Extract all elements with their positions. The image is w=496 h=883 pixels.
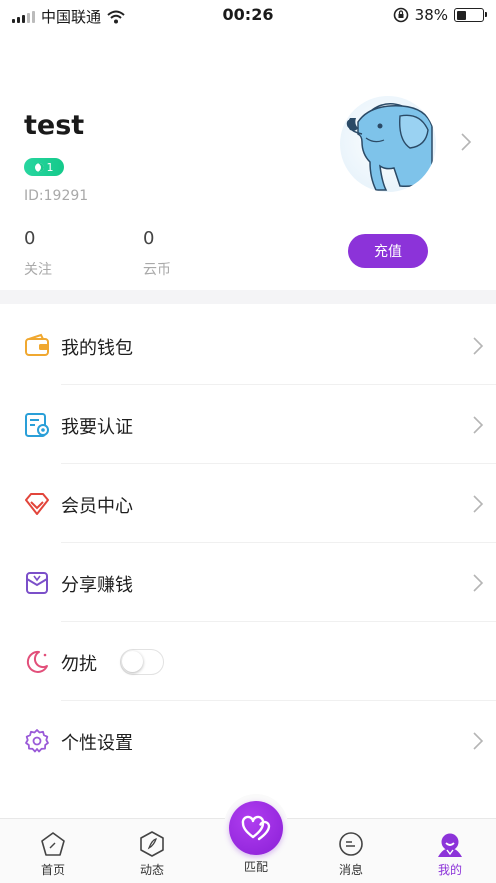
orientation-lock-icon bbox=[393, 7, 408, 23]
wallet-icon bbox=[25, 333, 49, 356]
elephant-avatar-icon bbox=[346, 103, 433, 191]
chevron-right-icon bbox=[473, 495, 484, 513]
tab-feed[interactable]: 动态 bbox=[117, 819, 187, 883]
tab-label-me: 我的 bbox=[437, 863, 462, 877]
profile-header[interactable]: test 1 ID:19291 0 关注 0 云币 充值 bbox=[0, 32, 496, 290]
moon-icon bbox=[26, 650, 48, 673]
level-number: 1 bbox=[46, 160, 54, 174]
menu-label-wallet: 我的钱包 bbox=[61, 338, 133, 359]
status-bar: 中国联通 00:26 38% bbox=[0, 0, 496, 32]
menu-label-dnd: 勿扰 bbox=[61, 654, 97, 675]
menu-label-settings: 个性设置 bbox=[61, 733, 133, 754]
chevron-right-icon bbox=[473, 416, 484, 434]
following-label: 关注 bbox=[24, 262, 52, 278]
level-badge: 1 bbox=[24, 158, 64, 176]
menu-item-dnd: 勿扰 bbox=[0, 622, 496, 701]
tab-messages[interactable]: 消息 bbox=[316, 819, 386, 883]
menu-item-share[interactable]: 分享赚钱 bbox=[0, 543, 496, 622]
feed-icon bbox=[140, 831, 164, 857]
coins-count: 0 bbox=[143, 228, 155, 249]
chevron-right-icon bbox=[473, 574, 484, 592]
user-id: ID:19291 bbox=[24, 188, 89, 204]
chevron-right-icon bbox=[473, 732, 484, 750]
verify-icon bbox=[25, 413, 49, 437]
chevron-right-icon[interactable] bbox=[460, 132, 472, 152]
chevron-right-icon bbox=[473, 337, 484, 355]
tab-label-feed: 动态 bbox=[139, 863, 164, 877]
following-count: 0 bbox=[24, 228, 36, 249]
settings-menu: 我的钱包 我要认证 会员中心 分享赚钱 勿扰 个性设置 bbox=[0, 306, 496, 780]
battery-icon bbox=[454, 8, 487, 22]
gear-icon bbox=[25, 729, 49, 753]
tab-label-home: 首页 bbox=[40, 863, 65, 877]
menu-item-verify[interactable]: 我要认证 bbox=[0, 385, 496, 464]
level-moon-icon bbox=[34, 162, 44, 172]
menu-label-share: 分享赚钱 bbox=[61, 575, 133, 596]
menu-item-vip[interactable]: 会员中心 bbox=[0, 464, 496, 543]
menu-label-verify: 我要认证 bbox=[61, 417, 133, 438]
tab-me[interactable]: 我的 bbox=[415, 819, 485, 883]
message-icon bbox=[339, 832, 363, 856]
dnd-toggle[interactable] bbox=[120, 649, 164, 675]
battery-percent: 38% bbox=[414, 6, 448, 24]
toggle-knob bbox=[122, 651, 143, 672]
tab-label-messages: 消息 bbox=[338, 863, 363, 877]
heart-match-icon bbox=[241, 815, 271, 841]
menu-label-vip: 会员中心 bbox=[61, 496, 133, 517]
recharge-button[interactable]: 充值 bbox=[348, 234, 428, 268]
menu-item-settings[interactable]: 个性设置 bbox=[0, 701, 496, 780]
share-money-icon bbox=[26, 572, 48, 594]
section-divider bbox=[0, 290, 496, 304]
tab-label-match: 匹配 bbox=[243, 860, 268, 874]
avatar[interactable] bbox=[340, 96, 436, 192]
stat-following[interactable]: 0 关注 bbox=[24, 228, 52, 279]
profile-icon bbox=[438, 833, 462, 857]
tab-home[interactable]: 首页 bbox=[18, 819, 88, 883]
username: test bbox=[24, 110, 85, 141]
home-icon bbox=[41, 832, 65, 856]
coins-label: 云币 bbox=[143, 262, 171, 278]
menu-item-wallet[interactable]: 我的钱包 bbox=[0, 306, 496, 385]
stat-coins[interactable]: 0 云币 bbox=[143, 228, 171, 279]
diamond-icon bbox=[25, 493, 49, 515]
tab-match[interactable] bbox=[229, 801, 283, 855]
